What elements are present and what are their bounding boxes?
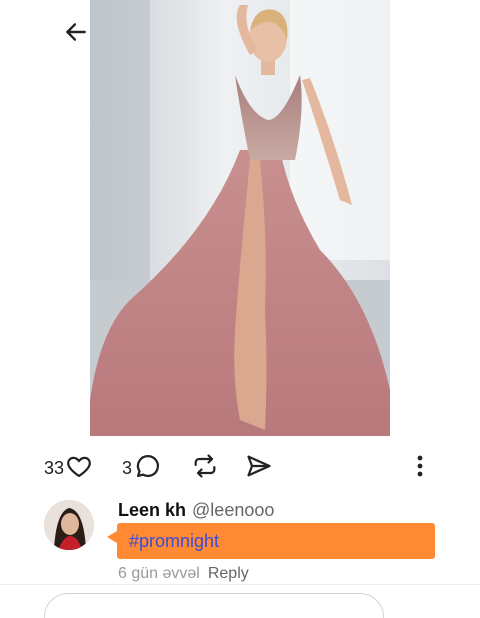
author-handle[interactable]: @leenooo xyxy=(192,500,274,520)
comment-item: Leen kh @leenooo #promnight 6 gün əvvəl Re… xyxy=(0,494,480,590)
divider xyxy=(0,584,480,585)
comment-time: 6 gün əvvəl xyxy=(118,565,200,582)
hashtag-link[interactable]: #promnight xyxy=(129,531,219,552)
comment-bubble: #promnight xyxy=(107,523,435,559)
author-name[interactable]: Leen kh xyxy=(118,500,186,520)
like-count: 33 xyxy=(44,457,65,478)
post-actions: 33 3 xyxy=(0,448,480,488)
send-icon xyxy=(243,452,275,485)
repost-icon xyxy=(190,452,220,485)
like-button[interactable]: 33 xyxy=(44,448,94,488)
comment-meta: 6 gün əvvəl Reply xyxy=(118,565,249,583)
avatar[interactable] xyxy=(44,500,94,550)
post-photo[interactable] xyxy=(90,0,390,436)
more-vertical-icon xyxy=(416,454,424,483)
comment-input[interactable] xyxy=(44,593,384,618)
comment-bubble-icon xyxy=(132,452,164,485)
repost-button[interactable] xyxy=(190,448,220,488)
share-button[interactable] xyxy=(243,448,275,488)
reply-button[interactable]: Reply xyxy=(208,565,249,582)
more-options-button[interactable] xyxy=(410,448,430,488)
comment-author: Leen kh @leenooo xyxy=(118,500,274,521)
heart-icon xyxy=(64,452,94,485)
arrow-left-icon xyxy=(63,19,89,50)
comment-button[interactable]: 3 xyxy=(122,448,164,488)
comment-count: 3 xyxy=(122,457,133,478)
